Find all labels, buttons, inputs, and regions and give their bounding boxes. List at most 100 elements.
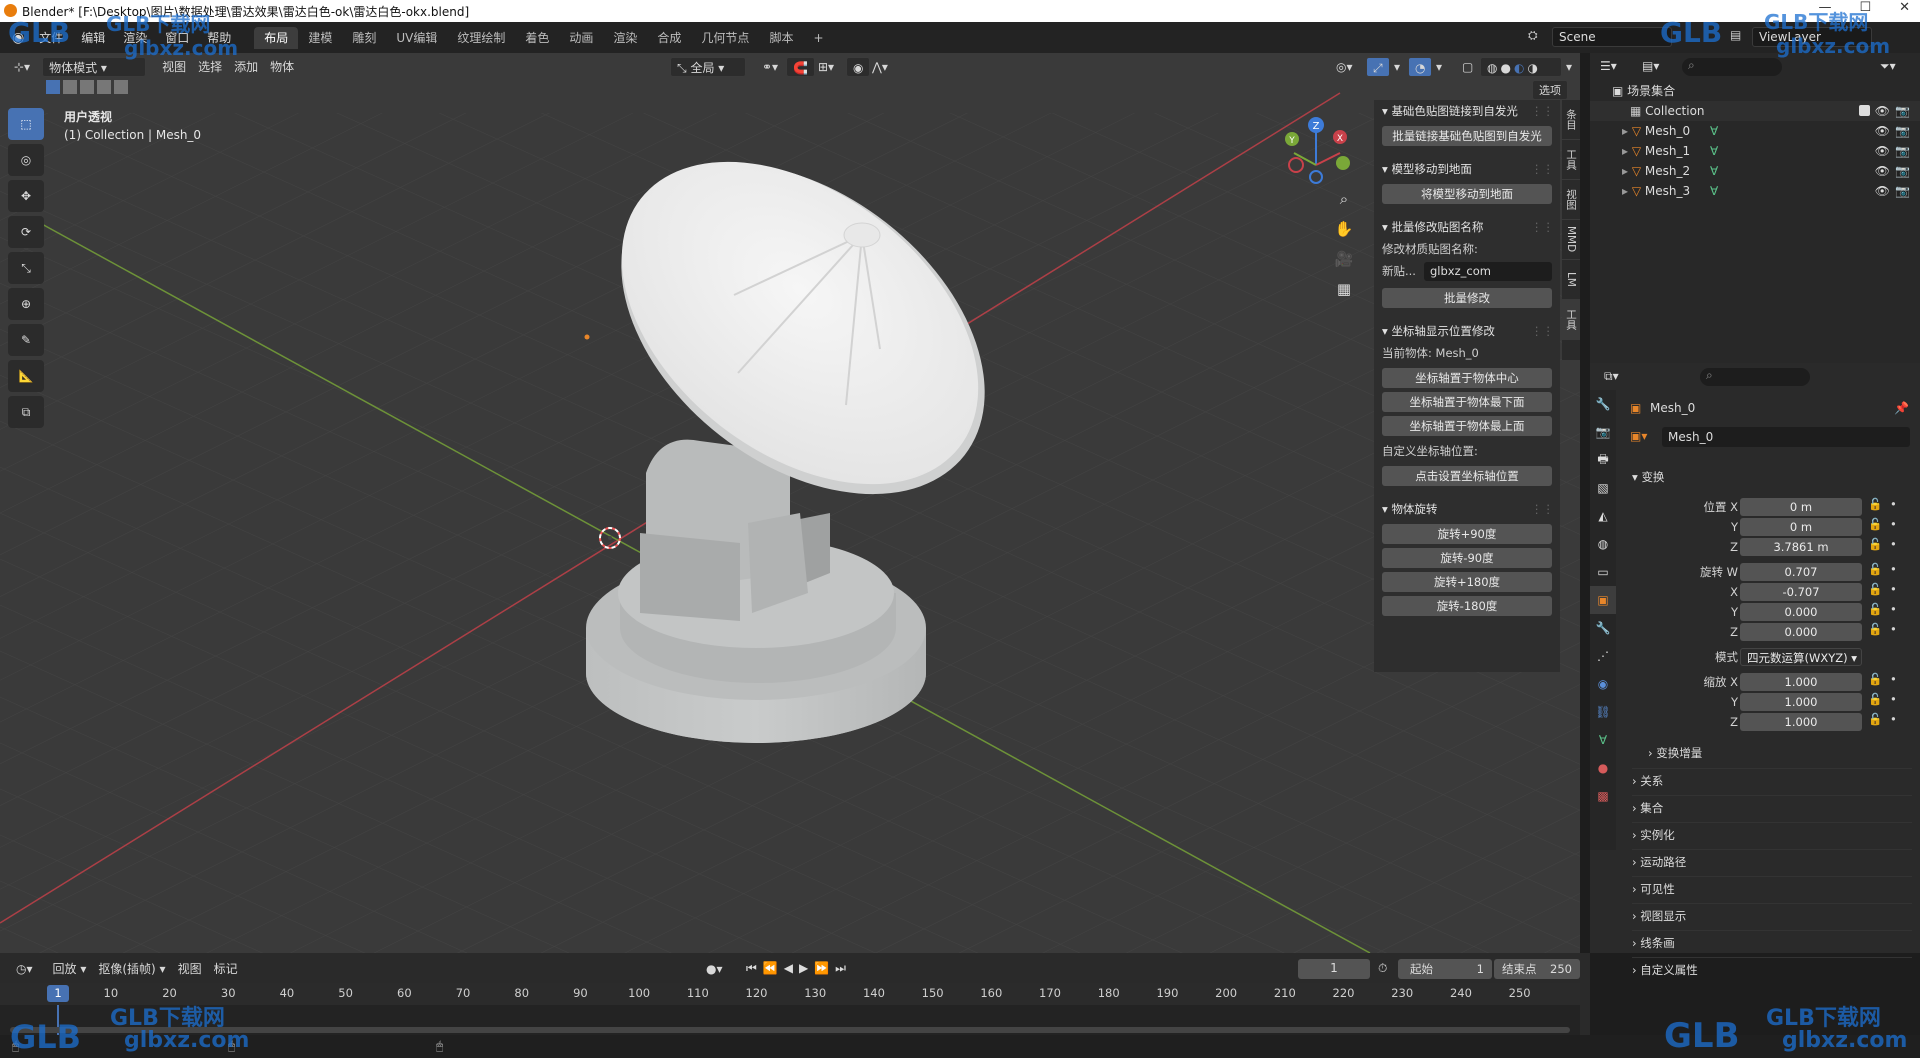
shading-modes[interactable]: ◍●◐◑ — [1480, 57, 1562, 77]
view-menu[interactable]: 视图 — [156, 57, 192, 77]
object-menu[interactable]: 物体 — [264, 57, 300, 77]
view-layer-tab-icon[interactable]: ▧ — [1590, 474, 1616, 502]
line-art-panel-header[interactable]: › 线条画 — [1632, 930, 1912, 954]
display-mode-icon[interactable]: ▤▾ — [1642, 59, 1659, 73]
rotation-y-field[interactable]: 0.000 — [1740, 603, 1862, 621]
end-frame-field[interactable]: 结束点 250 — [1494, 959, 1580, 979]
keyframe-dot-icon[interactable]: • — [1890, 537, 1897, 551]
workspace-tab-uv[interactable]: UV编辑 — [386, 27, 447, 49]
pan-hand-icon[interactable]: ✋ — [1332, 220, 1356, 250]
render-camera-icon[interactable]: 📷 — [1895, 121, 1910, 141]
filter-icon[interactable]: ⏷▾ — [1880, 59, 1896, 74]
expand-arrow-icon[interactable]: ▸ — [1622, 124, 1628, 138]
visibility-panel-header[interactable]: › 可见性 — [1632, 876, 1912, 900]
mode-dropdown[interactable]: 物体模式 ▾ — [42, 57, 147, 77]
workspace-tab-compositing[interactable]: 合成 — [647, 27, 691, 49]
data-tab-icon[interactable]: ∀ — [1590, 726, 1616, 754]
keyframe-dot-icon[interactable]: • — [1890, 497, 1897, 511]
snap-target-icon[interactable]: ⊞▾ — [812, 57, 840, 77]
outliner-editor-icon[interactable]: ☰▾ — [1600, 59, 1617, 73]
select-menu[interactable]: 选择 — [192, 57, 228, 77]
lock-icon[interactable]: 🔓 — [1868, 582, 1882, 596]
particles-tab-icon[interactable]: ⋰ — [1590, 642, 1616, 670]
relations-panel-header[interactable]: › 关系 — [1632, 768, 1912, 792]
world-tab-icon[interactable]: ◍ — [1590, 530, 1616, 558]
origin-top-button[interactable]: 坐标轴置于物体最上面 — [1382, 416, 1552, 436]
lock-icon[interactable]: 🔓 — [1868, 517, 1882, 531]
section-header-origin[interactable]: ▾ 坐标轴显示位置修改 ⋮⋮ — [1374, 320, 1560, 342]
outliner-item-mesh-2[interactable]: ▸ ▽ Mesh_2 ∀ 👁 📷 — [1590, 161, 1920, 181]
section-header-emission[interactable]: ▾ 基础色贴图链接到自发光 ⋮⋮ — [1374, 100, 1560, 122]
marker-menu[interactable]: 标记 — [208, 959, 244, 979]
options-dropdown[interactable]: 选项 — [1532, 80, 1568, 100]
workspace-tab-shading[interactable]: 着色 — [515, 27, 559, 49]
section-header-rotate[interactable]: ▾ 物体旋转 ⋮⋮ — [1374, 498, 1560, 520]
tab-item[interactable]: 条目 — [1562, 100, 1580, 140]
scale-z-field[interactable]: 1.000 — [1740, 713, 1862, 731]
lock-icon[interactable]: 🔓 — [1868, 602, 1882, 616]
object-tab-icon[interactable]: ▣ — [1590, 586, 1616, 614]
cursor-tool-icon[interactable]: ◎ — [8, 144, 44, 176]
pin-icon[interactable]: 📌 — [1894, 401, 1909, 415]
texture-tab-icon[interactable]: ▩ — [1590, 782, 1616, 810]
expand-arrow-icon[interactable]: ▸ — [1622, 144, 1628, 158]
origin-center-button[interactable]: 坐标轴置于物体中心 — [1382, 368, 1552, 388]
location-y-field[interactable]: 0 m — [1740, 518, 1862, 536]
measure-tool-icon[interactable]: 📐 — [8, 360, 44, 392]
visibility-eye-icon[interactable]: 👁 — [1875, 121, 1890, 141]
outliner-item-mesh-3[interactable]: ▸ ▽ Mesh_3 ∀ 👁 📷 — [1590, 181, 1920, 201]
annotate-tool-icon[interactable]: ✎ — [8, 324, 44, 356]
expand-arrow-icon[interactable]: ▸ — [1622, 164, 1628, 178]
location-x-field[interactable]: 0 m — [1740, 498, 1862, 516]
scene-field[interactable]: Scene — [1552, 27, 1672, 47]
visibility-eye-icon[interactable]: 👁 — [1875, 181, 1890, 201]
scale-tool-icon[interactable]: ⤡ — [8, 252, 44, 284]
lock-icon[interactable]: 🔓 — [1868, 692, 1882, 706]
editor-type-icon[interactable]: ⊹▾ — [8, 57, 36, 77]
expand-arrow-icon[interactable]: ▸ — [1622, 184, 1628, 198]
motion-paths-panel-header[interactable]: › 运动路径 — [1632, 849, 1912, 873]
render-camera-icon[interactable]: 📷 — [1895, 161, 1910, 181]
instancing-panel-header[interactable]: › 实例化 — [1632, 822, 1912, 846]
select-box-tool-icon[interactable]: ⬚ — [8, 108, 44, 140]
origin-bottom-button[interactable]: 坐标轴置于物体最下面 — [1382, 392, 1552, 412]
move-to-ground-button[interactable]: 将模型移动到地面 — [1382, 184, 1552, 204]
modifier-tab-icon[interactable]: 🔧 — [1590, 614, 1616, 642]
workspace-tab-texture-paint[interactable]: 纹理绘制 — [447, 27, 515, 49]
visibility-eye-icon[interactable]: 👁 — [1875, 141, 1890, 161]
workspace-tab-scripting[interactable]: 脚本 — [759, 27, 803, 49]
keying-menu[interactable]: 抠像(插帧) ▾ — [92, 959, 171, 979]
viewport-display-panel-header[interactable]: › 视图显示 — [1632, 903, 1912, 927]
overlay-dropdown-icon[interactable]: ▾ — [1430, 57, 1448, 77]
keyframe-dot-icon[interactable]: • — [1890, 517, 1897, 531]
outliner-collection[interactable]: ▦ Collection 👁 📷 — [1590, 101, 1920, 121]
timeline-view-menu[interactable]: 视图 — [172, 959, 208, 979]
workspace-tab-modeling[interactable]: 建模 — [298, 27, 342, 49]
add-menu[interactable]: 添加 — [228, 57, 264, 77]
playback-menu[interactable]: 回放 ▾ — [47, 959, 93, 979]
move-tool-icon[interactable]: ✥ — [8, 180, 44, 212]
timeline-editor-icon[interactable]: ◷▾ — [10, 959, 39, 979]
add-cube-tool-icon[interactable]: ⧉ — [8, 396, 44, 428]
select-mode-icons[interactable] — [46, 80, 142, 96]
section-header-ground[interactable]: ▾ 模型移动到地面 ⋮⋮ — [1374, 158, 1560, 180]
visibility-eye-icon[interactable]: 👁 — [1875, 161, 1890, 181]
overlay-toggle-icon[interactable]: ◔ — [1408, 57, 1433, 77]
gizmo-dropdown-icon[interactable]: ▾ — [1388, 57, 1406, 77]
preview-range-icon[interactable]: ⏱ — [1378, 961, 1387, 976]
add-workspace-icon[interactable]: + — [803, 27, 833, 49]
render-camera-icon[interactable]: 📷 — [1895, 141, 1910, 161]
properties-search-input[interactable]: ⌕ — [1700, 368, 1810, 386]
ortho-grid-icon[interactable]: ▦ — [1332, 280, 1356, 310]
transform-orientation-dropdown[interactable]: ⤡ 全局 ▾ — [670, 57, 746, 77]
workspace-tab-animation[interactable]: 动画 — [559, 27, 603, 49]
batch-rename-button[interactable]: 批量修改 — [1382, 288, 1552, 308]
transform-tool-icon[interactable]: ⊕ — [8, 288, 44, 320]
tab-custom-tool[interactable]: 工具 — [1562, 300, 1580, 340]
constraints-tab-icon[interactable]: ⛓ — [1590, 698, 1616, 726]
tab-tool[interactable]: 工具 — [1562, 140, 1580, 180]
lock-icon[interactable]: 🔓 — [1868, 537, 1882, 551]
workspace-tab-rendering[interactable]: 渲染 — [603, 27, 647, 49]
output-tab-icon[interactable]: 🖶 — [1590, 446, 1616, 474]
collection-checkbox[interactable] — [1859, 105, 1870, 116]
